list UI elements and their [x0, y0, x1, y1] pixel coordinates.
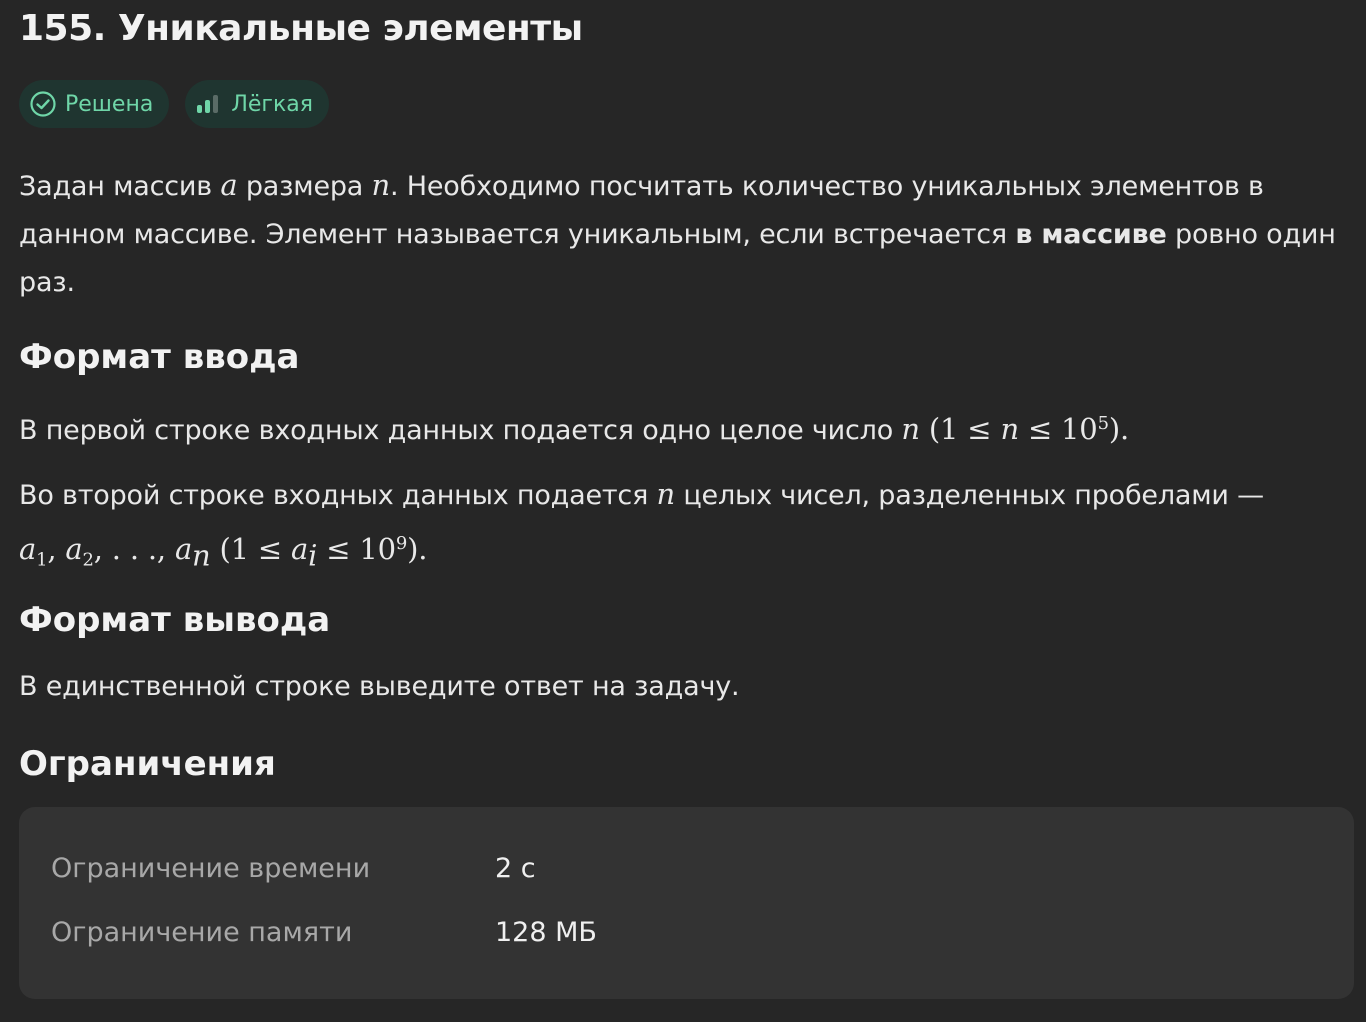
math-var: n	[656, 477, 676, 511]
math-text: (1 ≤	[210, 532, 292, 566]
input-text: В первой строке входных данных подается …	[19, 415, 902, 446]
math-subscript: n	[192, 538, 211, 573]
memory-limit-value: 128 МБ	[495, 917, 597, 948]
statement-text: Задан массив	[19, 171, 221, 202]
input-format-heading: Формат ввода	[19, 337, 300, 377]
math-text: , . . .,	[93, 532, 175, 566]
badge-row: Решена Лёгкая	[19, 80, 329, 128]
math-exponent: 9	[395, 533, 408, 554]
statement-bold-text: в массиве	[1015, 219, 1167, 250]
difficulty-badge-label: Лёгкая	[231, 91, 313, 117]
limits-panel: Ограничение времени 2 с Ограничение памя…	[19, 807, 1354, 999]
math-var: n	[901, 412, 920, 446]
memory-limit-label: Ограничение памяти	[51, 917, 353, 948]
problem-page: 155. Уникальные элементы Решена Лёгкая З…	[0, 0, 1366, 1022]
math-text: (1 ≤	[919, 412, 1001, 446]
math-var: a	[291, 532, 309, 566]
input-text: Во второй строке входных данных подается	[19, 480, 657, 511]
math-var: n	[1000, 412, 1019, 446]
math-subscript: 1	[36, 549, 48, 571]
math-text: ).	[407, 532, 428, 566]
limits-heading: Ограничения	[19, 744, 276, 784]
math-var: a	[220, 168, 238, 202]
math-text: ≤ 10	[1018, 412, 1098, 446]
input-format-line1: В первой строке входных данных подается …	[19, 400, 1349, 455]
time-limit-label: Ограничение времени	[51, 853, 371, 884]
math-subscript: 2	[82, 549, 94, 571]
check-circle-icon	[29, 90, 57, 118]
problem-statement: Задан массив a размера n. Необходимо пос…	[19, 161, 1349, 307]
math-var: a	[19, 532, 37, 566]
math-exponent: 5	[1097, 413, 1109, 434]
math-var: n	[371, 168, 391, 202]
time-limit-value: 2 с	[495, 853, 536, 884]
math-text: ≤ 10	[317, 532, 396, 566]
status-badge: Решена	[19, 80, 170, 128]
math-text: ,	[47, 532, 66, 566]
math-text: ).	[1108, 412, 1129, 446]
math-var: a	[174, 532, 193, 566]
page-title: 155. Уникальные элементы	[19, 8, 583, 49]
input-text: целых чисел, разделенных пробелами —	[675, 480, 1264, 511]
statement-text: размера	[237, 171, 372, 202]
signal-bars-icon	[195, 93, 223, 115]
output-format-heading: Формат вывода	[19, 600, 331, 640]
math-var: a	[65, 532, 83, 566]
math-subscript: i	[308, 538, 318, 573]
status-badge-label: Решена	[65, 91, 154, 117]
difficulty-badge: Лёгкая	[185, 80, 329, 128]
output-format-text: В единственной строке выведите ответ на …	[19, 671, 740, 702]
input-format-line2: Во второй строке входных данных подается…	[19, 470, 1349, 584]
